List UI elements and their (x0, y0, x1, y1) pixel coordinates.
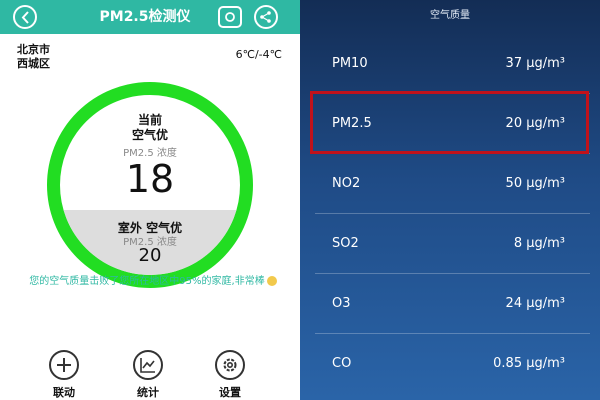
indoor-pm25-value: 18 (125, 157, 175, 201)
smile-emoji-icon (266, 276, 277, 286)
pollutant-value: 37 μg/m³ (505, 56, 565, 71)
share-icon (260, 11, 271, 23)
pm25-app-screen: PM2.5检测仪 北京市 西城区 6℃/-4℃ 当前 空气优 PM2.5 浓度 … (0, 0, 300, 400)
indoor-status-line2: 空气优 (131, 128, 168, 142)
camera-button[interactable] (218, 6, 242, 28)
back-arrow-icon (21, 11, 29, 24)
outdoor-pm25-value: 20 (138, 245, 162, 266)
pollutant-name: PM10 (332, 56, 368, 71)
pollutant-row-so2[interactable]: SO2 8 μg/m³ (300, 214, 600, 274)
pollutant-row-pm10[interactable]: PM10 37 μg/m³ (300, 34, 600, 94)
pollutant-value: 50 μg/m³ (505, 176, 565, 191)
top-bar: PM2.5检测仪 (0, 0, 300, 34)
nav-statistics-label: 统计 (137, 386, 159, 399)
pollutant-name: O3 (332, 296, 351, 311)
nav-link-label: 联动 (53, 386, 75, 399)
nav-statistics-button[interactable]: 统计 (118, 348, 178, 400)
pollutant-row-co[interactable]: CO 0.85 μg/m³ (300, 334, 600, 394)
air-quality-ring: 当前 空气优 PM2.5 浓度 18 室外 空气优 PM2.5 浓度 20 (47, 82, 253, 288)
location: 北京市 西城区 (17, 43, 50, 71)
chart-icon (133, 350, 163, 380)
indoor-status-line1: 当前 (137, 113, 162, 127)
pollutant-row-o3[interactable]: O3 24 μg/m³ (300, 274, 600, 334)
temperature-range: 6℃/-4℃ (235, 48, 282, 61)
city: 北京市 (17, 43, 50, 56)
pollutant-value: 24 μg/m³ (505, 296, 565, 311)
back-button[interactable] (13, 5, 37, 29)
plus-circle-icon (49, 350, 79, 380)
pollutant-value: 0.85 μg/m³ (493, 356, 565, 371)
air-quality-title: 空气质量 (430, 10, 470, 21)
share-button[interactable] (254, 5, 278, 29)
ranking-message: 您的空气质量击败了您所在地区中95%的家庭,非常棒 (12, 275, 294, 289)
camera-icon (225, 12, 235, 22)
pollutant-name: SO2 (332, 236, 359, 251)
pollutant-row-no2[interactable]: NO2 50 μg/m³ (300, 154, 600, 214)
ranking-message-text: 您的空气质量击败了您所在地区中95%的家庭,非常棒 (29, 276, 265, 287)
nav-settings-label: 设置 (219, 386, 241, 399)
app-title: PM2.5检测仪 (99, 9, 191, 25)
gear-icon (215, 350, 245, 380)
nav-settings-button[interactable]: 设置 (200, 348, 260, 400)
district: 西城区 (17, 57, 50, 70)
pollutant-name: CO (332, 356, 352, 371)
bottom-navigation: 联动 统计 设置 (0, 348, 300, 400)
indoor-status: 当前 空气优 (60, 113, 240, 143)
nav-link-button[interactable]: 联动 (34, 348, 94, 400)
pollutant-name: NO2 (332, 176, 361, 191)
pm25-highlight-box (310, 91, 589, 154)
pollutant-value: 8 μg/m³ (513, 236, 565, 251)
air-quality-details-screen: 空气质量 PM10 37 μg/m³ PM2.5 20 μg/m³ NO2 50… (300, 0, 600, 400)
